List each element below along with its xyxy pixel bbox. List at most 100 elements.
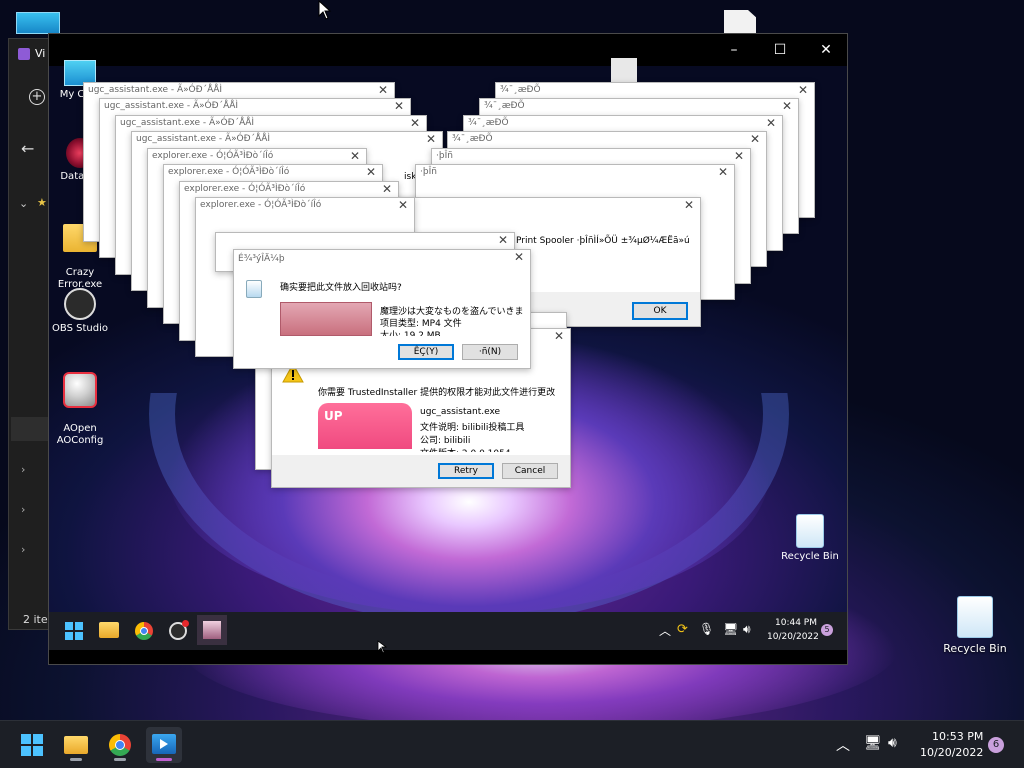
close-icon[interactable]: ✕ (750, 132, 760, 146)
running-indicator (70, 758, 82, 761)
chrome-icon (109, 734, 131, 756)
close-icon[interactable]: ✕ (378, 83, 388, 97)
close-icon[interactable]: ✕ (382, 182, 392, 196)
tray-chevron-icon[interactable]: ︿ (836, 735, 850, 755)
close-icon[interactable]: ✕ (394, 99, 404, 113)
app-icon (18, 48, 30, 60)
confirm-question: 确实要把此文件放入回收站吗? (280, 283, 402, 293)
delete-confirm-dialog[interactable]: É¾³ýÎÄ¼þ ✕ 确实要把此文件放入回收站吗? 魔理沙は大変なものを盗んでい… (233, 249, 531, 369)
taskbar-file-explorer[interactable] (58, 727, 94, 763)
close-icon[interactable]: ✕ (782, 99, 792, 113)
ok-button[interactable]: OK (632, 302, 688, 320)
vm-bottom-bar (49, 650, 847, 664)
file-name: ugc_assistant.exe (420, 407, 501, 417)
recycle-bin-icon (246, 280, 262, 298)
file-version: 文件版本: 2.0.0.1054 (420, 446, 511, 452)
recycle-bin-icon[interactable]: Recycle Bin (775, 514, 845, 563)
recycle-bin-graphic (957, 596, 993, 638)
volume-icon[interactable]: 🔊︎ (743, 622, 751, 637)
recycle-bin-label: Recycle Bin (943, 642, 1007, 655)
expand-chevron-icon[interactable]: ⌄ (19, 197, 28, 210)
vm-clock-time[interactable]: 10:44 PM (775, 618, 817, 628)
vm-taskbar: ︿ ⟳ 🎙︎ 🖥︎ 🔊︎ 10:44 PM 10/20/2022 5 (49, 612, 847, 650)
mouse-cursor-icon (318, 0, 332, 20)
remote-desktop-icon (152, 734, 176, 754)
network-icon[interactable]: 🖥︎ (723, 622, 738, 636)
file-company: 公司: bilibili (420, 436, 471, 446)
file-icon[interactable] (611, 58, 637, 82)
sync-icon[interactable]: ⟳ (677, 622, 688, 637)
new-tab-icon[interactable]: + (29, 89, 45, 105)
aoconfig-robot-icon (63, 372, 97, 408)
file-explorer-icon[interactable] (99, 622, 119, 638)
close-icon[interactable]: ✕ (734, 149, 744, 163)
desktop-icon-partial-left[interactable] (16, 12, 60, 34)
close-icon[interactable]: ✕ (498, 233, 508, 247)
recycle-bin-graphic (796, 514, 824, 548)
selected-row[interactable] (11, 417, 51, 441)
start-button[interactable] (65, 622, 83, 640)
close-button[interactable]: ✕ (803, 34, 847, 66)
anime-app-icon[interactable] (197, 615, 227, 645)
close-icon[interactable]: ✕ (410, 116, 420, 130)
desktop-icon-label: OBS Studio (52, 323, 108, 334)
desktop-icon-aoconfig[interactable]: AOpen AOConfig (49, 360, 115, 447)
obs-studio-icon (64, 288, 96, 320)
windows-logo-icon (21, 734, 43, 756)
desktop-icon-obs-studio[interactable]: OBS Studio (49, 288, 115, 335)
volume-icon[interactable]: 🔊︎ (888, 735, 897, 751)
close-icon[interactable]: ✕ (514, 250, 524, 264)
bilibili-up-icon: UP (318, 403, 412, 449)
running-indicator (114, 758, 126, 761)
video-thumbnail (280, 302, 372, 336)
recycle-bin-desktop-icon[interactable]: Recycle Bin (930, 596, 1020, 655)
dialog-title: É¾³ýÎÄ¼þ (238, 254, 285, 264)
vm-notification-badge[interactable]: 5 (821, 624, 833, 636)
taskbar-remote-desktop[interactable] (146, 727, 182, 763)
close-icon[interactable]: ✕ (718, 165, 728, 179)
spooler-message: Print Spooler ·þÎñÌÍ»ÕÜ ±¾µØ¼ÆËã»ú (516, 236, 690, 246)
vm-clock-date[interactable]: 10/20/2022 (767, 632, 819, 642)
back-arrow-icon[interactable]: ← (21, 139, 34, 158)
cancel-button[interactable]: Cancel (502, 463, 558, 479)
clock-time[interactable]: 10:53 PM (932, 730, 983, 743)
tree-chevron-icon[interactable]: › (21, 463, 25, 476)
obs-taskbar-icon[interactable] (169, 620, 189, 640)
window-title: Vi (35, 47, 46, 60)
close-icon[interactable]: ✕ (766, 116, 776, 130)
remote-desktop-window[interactable]: – ☐ ✕ My Com DataWa Crazy Error.exe OBS … (48, 33, 848, 665)
tree-chevron-icon[interactable]: › (21, 543, 25, 556)
clock-date[interactable]: 10/20/2022 (920, 746, 983, 759)
desktop-icon-label: Crazy Error.exe (57, 267, 103, 290)
notification-badge[interactable]: 6 (988, 737, 1004, 753)
mouse-cursor-icon (377, 640, 387, 654)
close-icon[interactable]: ✕ (554, 329, 564, 343)
desktop-icon-label: AOpen AOConfig (56, 423, 104, 446)
close-icon[interactable]: ✕ (366, 165, 376, 179)
close-icon[interactable]: ✕ (426, 132, 436, 146)
permission-message: 你需要 TrustedInstaller 提供的权限才能对此文件进行更改 (318, 388, 556, 398)
confirm-file-size: 大小: 19.2 MB (380, 331, 441, 336)
window-titlebar[interactable]: – ☐ ✕ (49, 34, 847, 66)
desktop-icon-partial-right[interactable] (724, 10, 756, 34)
taskbar-chrome[interactable] (102, 727, 138, 763)
minimize-button[interactable]: – (711, 34, 757, 66)
folder-icon (64, 736, 88, 754)
maximize-button[interactable]: ☐ (757, 34, 803, 66)
no-button[interactable]: ·ñ(N) (462, 344, 518, 360)
quick-access-star-icon: ★ (37, 196, 47, 209)
taskbar: ︿ 🖥︎ 🔊︎ 10:53 PM 10/20/2022 6 (0, 720, 1024, 768)
close-icon[interactable]: ✕ (398, 198, 408, 212)
start-button[interactable] (14, 727, 50, 763)
microphone-icon[interactable]: 🎙︎ (699, 622, 714, 636)
yes-button[interactable]: ÊÇ(Y) (398, 344, 454, 360)
close-icon[interactable]: ✕ (684, 198, 694, 212)
chrome-icon[interactable] (135, 622, 153, 640)
recycle-bin-label: Recycle Bin (781, 551, 839, 562)
tray-chevron-icon[interactable]: ︿ (659, 622, 671, 639)
network-icon[interactable]: 🖥︎ (864, 735, 882, 751)
close-icon[interactable]: ✕ (798, 83, 808, 97)
tree-chevron-icon[interactable]: › (21, 503, 25, 516)
retry-button[interactable]: Retry (438, 463, 494, 479)
close-icon[interactable]: ✕ (350, 149, 360, 163)
